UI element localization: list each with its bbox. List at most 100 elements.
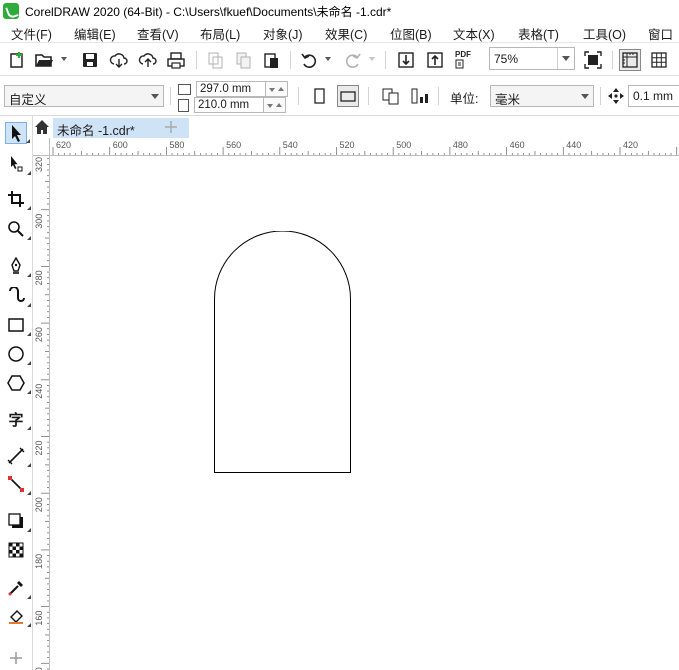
- transparency-tool[interactable]: [5, 539, 27, 561]
- page-width-row: 297.0 mm: [178, 81, 288, 97]
- zoom-dropdown-caret-icon[interactable]: [557, 48, 574, 69]
- horizontal-ruler[interactable]: 620600580560540520500480460440420400: [33, 138, 679, 156]
- ruler-tick-label: 460: [510, 140, 525, 150]
- import-button[interactable]: [395, 49, 417, 71]
- ruler-tick-label: 540: [283, 140, 298, 150]
- page-height-spinner[interactable]: [264, 97, 286, 113]
- all-pages-icon: [382, 88, 399, 105]
- menu-bitmaps[interactable]: 位图(B): [390, 24, 432, 43]
- flyout-indicator-icon: [27, 361, 31, 365]
- zoom-level-combobox[interactable]: 75%: [489, 47, 575, 70]
- full-screen-icon: [584, 51, 602, 69]
- flyout-indicator-icon: [27, 171, 31, 175]
- current-page-icon: [411, 88, 428, 104]
- nudge-arrows-icon: [608, 88, 624, 104]
- flyout-indicator-icon: [27, 236, 31, 240]
- connector-tool[interactable]: [5, 473, 31, 495]
- freehand-tool[interactable]: [5, 255, 31, 277]
- menu-edit[interactable]: 编辑(E): [74, 24, 116, 43]
- print-button[interactable]: [165, 49, 187, 71]
- menu-tools[interactable]: 工具(O): [583, 24, 626, 43]
- parallel-dimension-tool[interactable]: [5, 445, 31, 467]
- open-button[interactable]: [33, 49, 55, 71]
- menu-object[interactable]: 对象(J): [263, 24, 303, 43]
- nudge-distance-input[interactable]: 0.1 mm: [628, 85, 679, 107]
- pick-tool[interactable]: [5, 122, 30, 144]
- landscape-orientation-button[interactable]: [337, 85, 359, 107]
- text-tool[interactable]: 字: [5, 408, 31, 430]
- checkerboard-icon: [8, 542, 24, 558]
- ellipse-icon: [8, 346, 24, 362]
- vertical-ruler[interactable]: 320300280260240220200180160140: [33, 156, 50, 670]
- toolbar-separator: [290, 51, 291, 69]
- copy-button[interactable]: [232, 49, 254, 71]
- ruler-tick-label: 560: [226, 140, 241, 150]
- toolbar-separator: [600, 87, 601, 105]
- menu-text[interactable]: 文本(X): [453, 24, 495, 43]
- menu-window[interactable]: 窗口: [648, 24, 673, 43]
- current-page-button[interactable]: [409, 85, 431, 107]
- ruler-tick-label: 280: [34, 270, 44, 285]
- eyedropper-tool[interactable]: [5, 577, 31, 599]
- portrait-orientation-button[interactable]: [308, 85, 330, 107]
- cloud-upload-button[interactable]: [137, 49, 159, 71]
- flyout-indicator-icon: [27, 595, 31, 599]
- undo-button[interactable]: [298, 49, 320, 71]
- redo-button[interactable]: [342, 49, 364, 71]
- full-screen-preview-button[interactable]: [582, 49, 604, 71]
- menu-table[interactable]: 表格(T): [518, 24, 559, 43]
- crop-tool[interactable]: [5, 188, 31, 210]
- save-button[interactable]: [79, 49, 101, 71]
- export-button[interactable]: [424, 49, 446, 71]
- page-width-spinner[interactable]: [266, 81, 288, 97]
- grid-toggle-button[interactable]: [648, 49, 670, 71]
- new-document-tab-button[interactable]: [161, 118, 181, 136]
- open-recent-caret-icon[interactable]: [61, 57, 67, 61]
- flyout-indicator-icon: [27, 491, 31, 495]
- new-document-button[interactable]: [6, 49, 28, 71]
- coreldraw-logo-icon: [3, 3, 19, 19]
- menu-effects[interactable]: 效果(C): [325, 24, 367, 43]
- paste-button[interactable]: [260, 49, 282, 71]
- chevron-down-icon: [581, 94, 589, 99]
- publish-pdf-button[interactable]: PDF: [453, 49, 475, 71]
- ruler-tick-label: 420: [623, 140, 638, 150]
- toolbar-separator: [298, 87, 299, 105]
- plus-icon: [10, 652, 22, 664]
- welcome-screen-tab[interactable]: [33, 118, 51, 136]
- all-pages-button[interactable]: [380, 85, 402, 107]
- redo-list-caret-icon[interactable]: [369, 57, 375, 61]
- rectangle-tool[interactable]: [5, 314, 31, 336]
- brush-curve-icon: [9, 287, 25, 302]
- menu-layout[interactable]: 布局(L): [200, 24, 240, 43]
- menu-bar: 文件(F) 编辑(E) 查看(V) 布局(L) 对象(J) 效果(C) 位图(B…: [0, 22, 679, 42]
- page-height-input[interactable]: 210.0 mm: [194, 97, 264, 113]
- toolbar-separator: [385, 51, 386, 69]
- page-size-preset-select[interactable]: 自定义: [4, 85, 164, 107]
- rulers-toggle-button[interactable]: [619, 49, 641, 71]
- arch-shape[interactable]: [214, 231, 351, 473]
- cut-button[interactable]: [204, 49, 226, 71]
- flyout-indicator-icon: [27, 303, 31, 307]
- artistic-media-tool[interactable]: [5, 285, 31, 307]
- interactive-fill-tool[interactable]: [5, 605, 31, 627]
- page-width-input[interactable]: 297.0 mm: [196, 81, 266, 97]
- polygon-tool[interactable]: [5, 372, 31, 394]
- drop-shadow-tool[interactable]: [5, 510, 31, 532]
- zoom-tool[interactable]: [5, 218, 31, 240]
- cloud-download-button[interactable]: [108, 49, 130, 71]
- ruler-origin-corner[interactable]: [33, 138, 50, 156]
- flyout-indicator-icon: [26, 139, 30, 143]
- undo-list-caret-icon[interactable]: [325, 57, 331, 61]
- customize-toolbox-button[interactable]: [5, 647, 27, 669]
- drawing-canvas[interactable]: [50, 157, 679, 670]
- pdf-icon: [455, 59, 464, 69]
- units-select[interactable]: 毫米: [490, 85, 594, 107]
- menu-view[interactable]: 查看(V): [137, 24, 179, 43]
- ellipse-tool[interactable]: [5, 343, 31, 365]
- export-icon: [427, 52, 443, 68]
- menu-file[interactable]: 文件(F): [11, 24, 52, 43]
- shape-tool[interactable]: [5, 153, 31, 175]
- print-icon: [167, 52, 185, 69]
- ruler-tick-label: 300: [34, 214, 44, 229]
